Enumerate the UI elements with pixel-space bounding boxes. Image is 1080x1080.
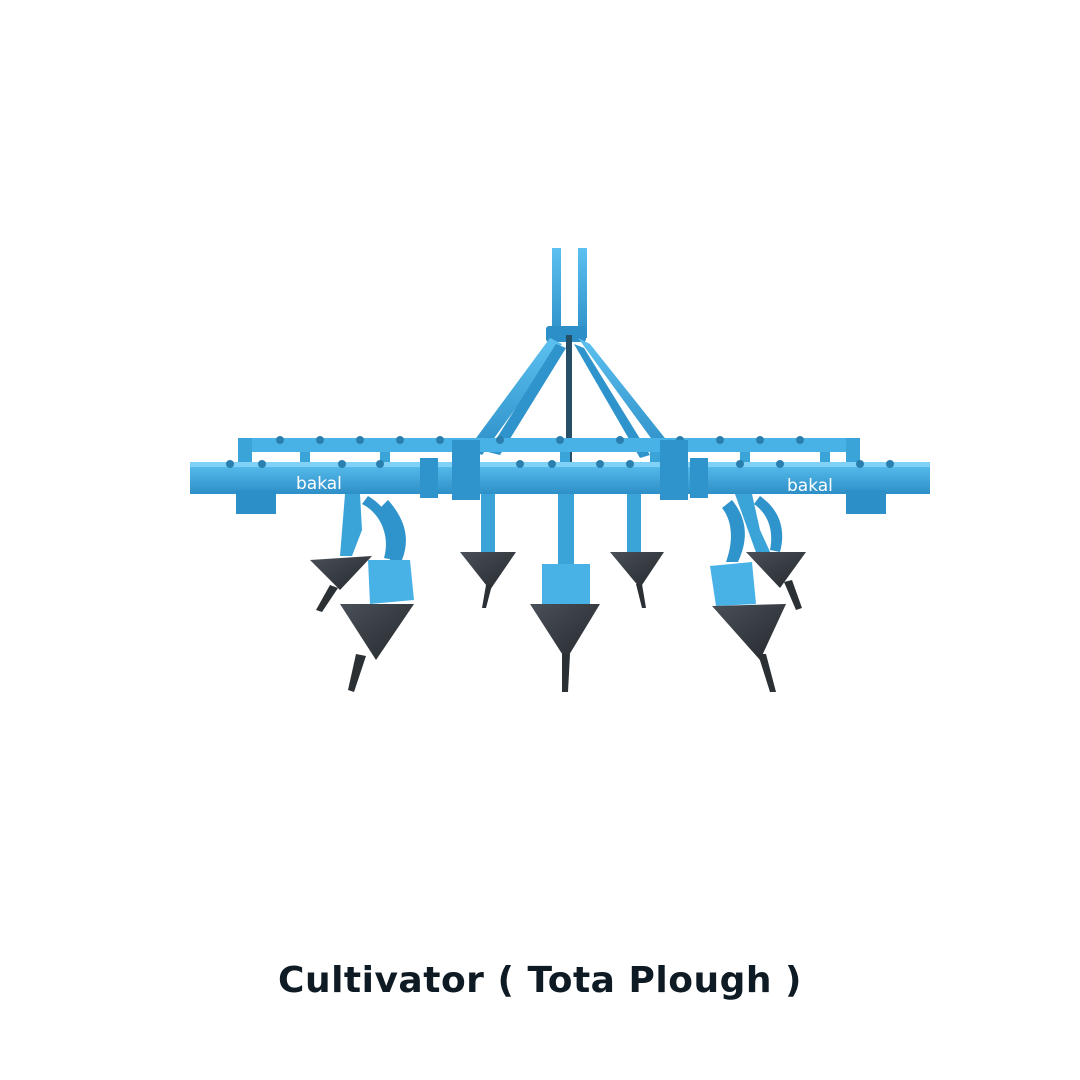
tines-front-row bbox=[340, 494, 786, 692]
product-title: Cultivator ( Tota Plough ) bbox=[278, 960, 802, 1001]
brand-mark-right: bakal bbox=[787, 476, 833, 496]
cultivator-illustration: bakal bakal bbox=[190, 248, 930, 692]
hitch-mast bbox=[468, 248, 676, 465]
brand-mark-left: bakal bbox=[296, 474, 342, 494]
cultivator-photo: bakal bakal bbox=[0, 0, 1080, 900]
